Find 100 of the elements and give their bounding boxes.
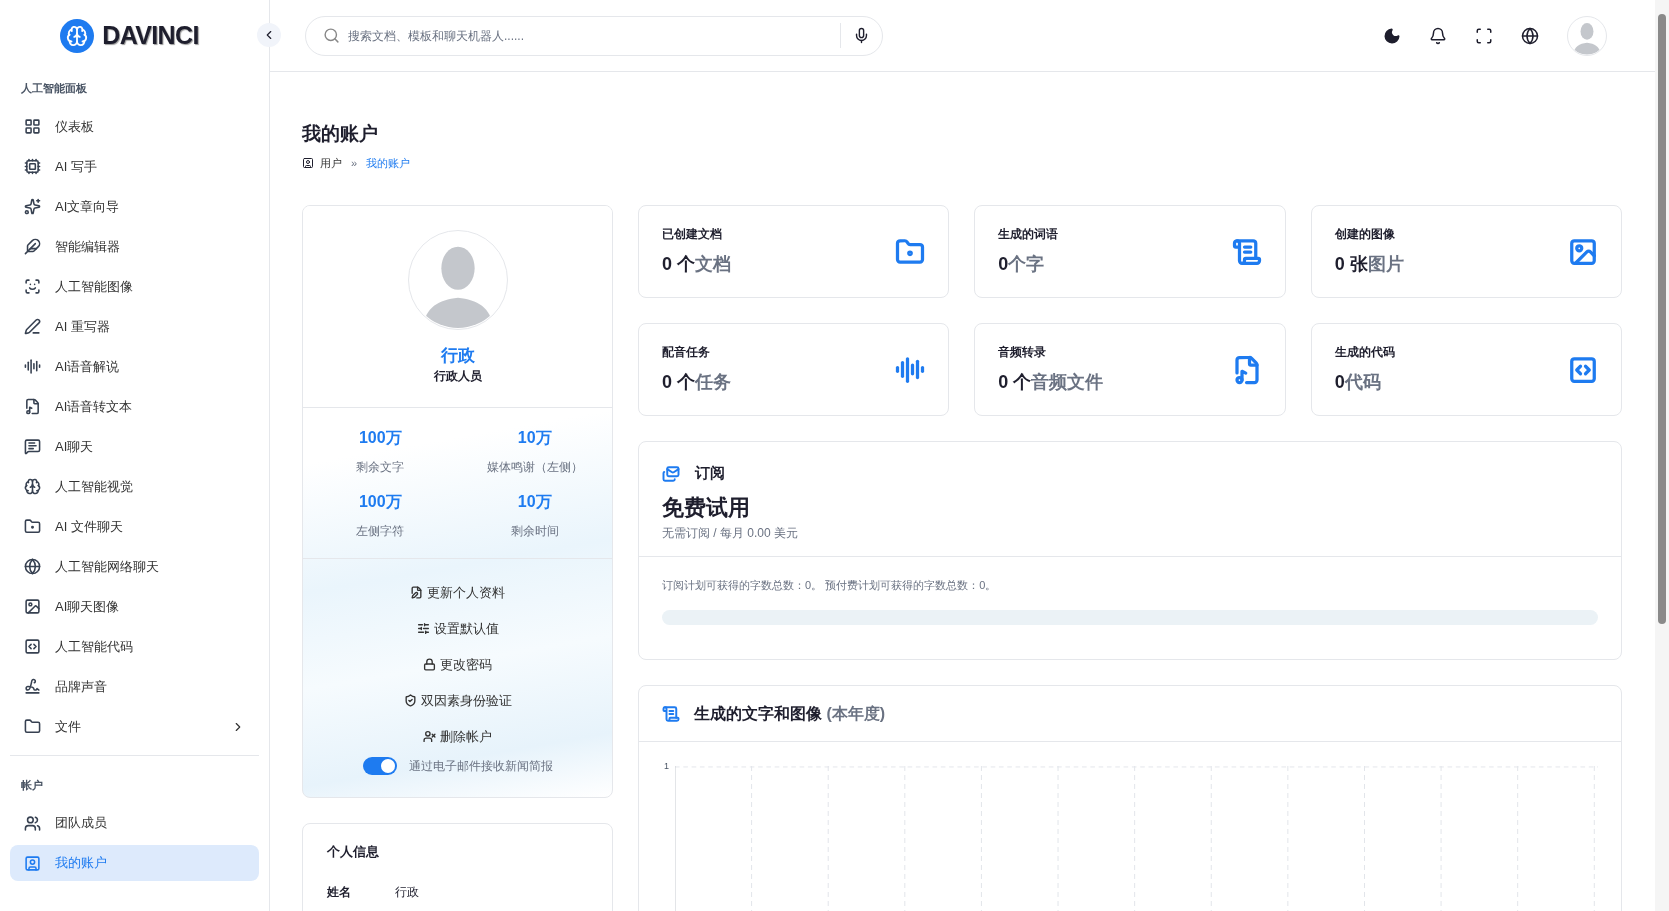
card-title: 创建的图像 [1334,226,1396,244]
sidebar-item[interactable]: AI 写手 [10,148,259,185]
stat-label: 剩余时间 [510,522,559,540]
contact-icon [24,854,41,872]
code-icon [24,638,41,655]
shield-icon [403,694,417,707]
newsletter-toggle[interactable] [362,756,397,775]
plan-price: 无需订阅 / 每月 0.00 美元 [662,524,800,542]
stat-count: 0 张图片 [1334,253,1405,277]
scroll-icon [662,704,680,723]
folder-icon [24,518,41,535]
profile-action-link[interactable]: 双因素身份验证 [403,682,512,719]
image-icon [1568,236,1598,267]
scroll-icon [1231,236,1262,267]
sidebar-item[interactable]: 人工智能图像 [10,268,259,305]
code-icon [1568,354,1598,385]
field-value: 行政 [395,884,419,901]
sidebar-item[interactable]: 人工智能代码 [10,628,259,665]
card-title: 生成的词语 [998,226,1060,244]
card-title: 生成的代码 [1334,344,1396,362]
sidebar-item[interactable]: AI聊天 [10,428,259,465]
card-title: 配音任务 [662,344,711,362]
avatar [1567,15,1607,56]
globe-icon[interactable] [1521,26,1539,45]
music-file-icon [24,398,41,415]
moon-icon[interactable] [1383,26,1401,45]
profile-action-link[interactable]: 设置默认值 [416,610,499,647]
logo-icon [60,19,95,53]
stat-count: 0 个音频文件 [998,371,1105,395]
stat-count: 0代码 [1334,371,1382,395]
stat-value: 100万 [358,491,402,512]
profile-name: 行政 [440,345,475,367]
word-count-note: 订阅计划可获得的字数总数：0。 预付费计划可获得的字数总数：0。 [662,577,998,593]
sidebar-item[interactable]: 仪表板 [10,108,259,145]
user-remove-icon [423,730,436,743]
chip-icon [24,158,41,175]
card-title: 生成的文字和图像 (本年度) [694,703,886,724]
sparkles-icon [24,198,41,215]
signature-icon [24,678,41,695]
stat-value: 100万 [358,427,402,448]
grid-icon [24,118,41,135]
stat-label: 媒体鸣谢（左侧） [486,458,583,476]
stat-value: 10万 [517,491,552,512]
stat-value: 10万 [517,427,552,448]
lock-icon [423,658,436,671]
sound-wave-icon [895,354,926,385]
globe-icon [24,558,41,575]
bell-icon[interactable] [1429,26,1447,45]
sidebar-item[interactable]: 团队成员 [10,805,259,841]
sound-wave-icon [24,358,41,375]
plan-name: 免费试用 [662,493,751,522]
sidebar-item[interactable]: 人工智能网络聊天 [10,548,259,585]
card-title: 已创建文档 [662,226,723,244]
scrollbar[interactable] [1655,0,1669,911]
profile-action-link[interactable]: 更新个人资料 [410,574,505,611]
sidebar-item[interactable]: AI文章向导 [10,188,259,225]
mail-icon [662,464,680,483]
stat-count: 0 个文档 [662,253,732,277]
profile-action-link[interactable]: 更改密码 [423,646,492,683]
edit-icon [410,586,423,599]
card-title: 订阅 [695,463,725,484]
toggle-label: 通过电子邮件接收新闻简报 [408,757,553,775]
sidebar-item[interactable]: AI聊天图像 [10,588,259,625]
breadcrumb-link[interactable]: 用户 [320,154,342,172]
sidebar-item[interactable]: AI 文件聊天 [10,508,259,545]
sidebar-item[interactable]: 我的账户 [10,845,259,881]
sidebar-item[interactable]: 文件 [10,708,259,745]
breadcrumb-link[interactable]: 我的账户 [366,154,411,172]
page-title: 我的账户 [302,122,379,146]
sliders-icon [416,622,430,635]
feather-icon [24,238,41,255]
sidebar-item[interactable]: AI 重写器 [10,308,259,345]
contact-icon [302,157,314,169]
section-title: 帐户 [20,777,44,793]
sidebar-item[interactable]: 人工智能视觉 [10,468,259,505]
chat-icon [24,438,41,455]
sidebar-item[interactable]: AI语音解说 [10,348,259,385]
search-input[interactable]: 搜索文档、模板和聊天机器人...... [348,26,828,45]
stat-count: 0个字 [998,253,1046,277]
profile-role: 行政人员 [433,367,482,385]
logo-text: DAVINCI [102,20,199,52]
folder-icon [895,236,926,267]
field-label: 姓名 [327,884,352,901]
profile-action-link[interactable]: 删除帐户 [423,718,492,755]
sidebar-item[interactable]: 智能编辑器 [10,228,259,265]
collapse-button[interactable] [257,23,281,47]
sidebar-item[interactable]: AI语音转文本 [10,388,259,425]
section-title: 人工智能面板 [20,81,88,96]
card-title: 音频转录 [998,344,1048,362]
pen-icon [24,318,41,335]
stat-label: 左侧字符 [356,522,405,540]
scan-icon [24,278,41,295]
y-axis-label: 1 [664,762,669,774]
image-icon [24,598,41,615]
stat-label: 剩余文字 [356,458,405,476]
search-icon [323,27,340,44]
sidebar-item[interactable]: 品牌声音 [10,668,259,705]
fullscreen-icon[interactable] [1475,26,1493,45]
card-title: 个人信息 [327,842,380,861]
microphone-icon[interactable] [853,27,870,44]
